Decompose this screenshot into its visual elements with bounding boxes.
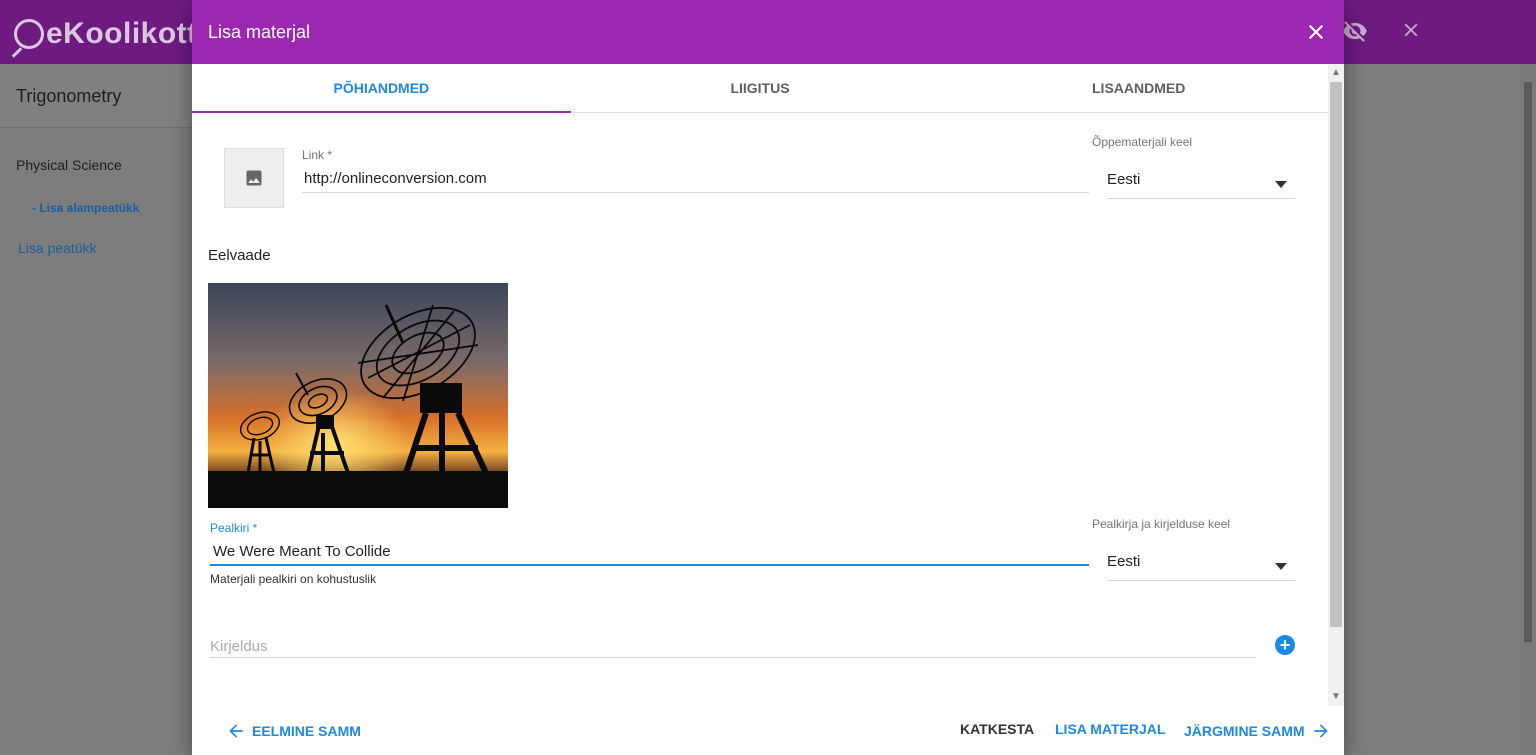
plus-icon: + <box>1279 635 1291 655</box>
title-input[interactable]: We Were Meant To Collide <box>210 543 1089 566</box>
cancel-label: KATKESTA <box>960 721 1035 737</box>
material-language-label: Õppematerjali keel <box>1092 135 1193 149</box>
title-label: Pealkiri * <box>210 521 258 535</box>
dialog-title: Lisa materjal <box>208 21 311 42</box>
sidebar-chapter[interactable]: Physical Science <box>16 157 122 173</box>
magnifier-logo-icon <box>14 19 44 49</box>
material-title: Trigonometry <box>16 86 122 106</box>
title-required-hint: Materjali pealkiri on kohustuslik <box>210 572 377 586</box>
arrow-right-icon <box>1313 724 1328 738</box>
add-chapter-link[interactable]: Lisa peatükk <box>18 240 97 256</box>
title-language-value: Eesti <box>1107 553 1141 570</box>
tab-lisaandmed[interactable]: LISAANDMED <box>949 64 1328 112</box>
previous-step-button[interactable]: EELMINE SAMM <box>226 721 361 741</box>
add-material-button[interactable]: LISA MATERJAL <box>1055 721 1165 737</box>
material-language-value: Eesti <box>1107 171 1141 188</box>
arrow-left-icon <box>229 724 243 738</box>
scroll-down-icon[interactable]: ▼ <box>1328 689 1344 705</box>
add-subchapter-link[interactable]: - Lisa alampeatükk <box>32 201 139 215</box>
dialog-scrollbar[interactable]: ▲ ▼ <box>1328 64 1344 706</box>
description-input[interactable]: Kirjeldus <box>210 638 1256 658</box>
add-material-dialog: Lisa materjal PÕHIANDMED LIIGITUS LISAAN… <box>192 0 1344 755</box>
dialog-header: Lisa materjal <box>192 0 1344 64</box>
link-input[interactable]: http://onlineconversion.com <box>302 170 1089 193</box>
cancel-button[interactable]: KATKESTA <box>960 721 1034 737</box>
close-icon[interactable] <box>1397 18 1425 46</box>
preview-image <box>208 283 508 508</box>
dialog-scrollbar-thumb[interactable] <box>1330 82 1342 627</box>
title-language-select[interactable]: Eesti <box>1107 553 1295 581</box>
link-label: Link * <box>302 148 333 162</box>
logo-text: eKoolikott <box>46 17 198 50</box>
next-step-label: JÄRGMINE SAMM <box>1184 723 1305 739</box>
previous-step-label: EELMINE SAMM <box>252 723 361 739</box>
next-step-button[interactable]: JÄRGMINE SAMM <box>1184 721 1331 741</box>
tab-liigitus[interactable]: LIIGITUS <box>571 64 950 112</box>
add-description-button[interactable]: + <box>1275 635 1295 655</box>
tab-bar: PÕHIANDMED LIIGITUS LISAANDMED <box>192 64 1328 113</box>
title-language-label: Pealkirja ja kirjelduse keel <box>1092 517 1231 531</box>
material-language-select[interactable]: Eesti <box>1107 171 1295 199</box>
image-icon <box>246 170 262 186</box>
scroll-up-icon[interactable]: ▲ <box>1328 65 1344 81</box>
preview-heading: Eelvaade <box>208 247 271 264</box>
dropdown-arrow-icon <box>1275 563 1287 570</box>
page-scrollbar[interactable] <box>1520 64 1536 755</box>
add-material-label: LISA MATERJAL <box>1055 721 1166 737</box>
thumbnail-upload[interactable] <box>224 148 284 208</box>
close-dialog-button[interactable] <box>1304 20 1328 44</box>
tab-pohiandmed[interactable]: PÕHIANDMED <box>192 64 571 113</box>
logo[interactable]: eKoolikott <box>14 12 198 56</box>
eye-off-icon[interactable] <box>1341 18 1369 46</box>
page-scrollbar-thumb[interactable] <box>1524 82 1532 642</box>
dropdown-arrow-icon <box>1275 181 1287 188</box>
